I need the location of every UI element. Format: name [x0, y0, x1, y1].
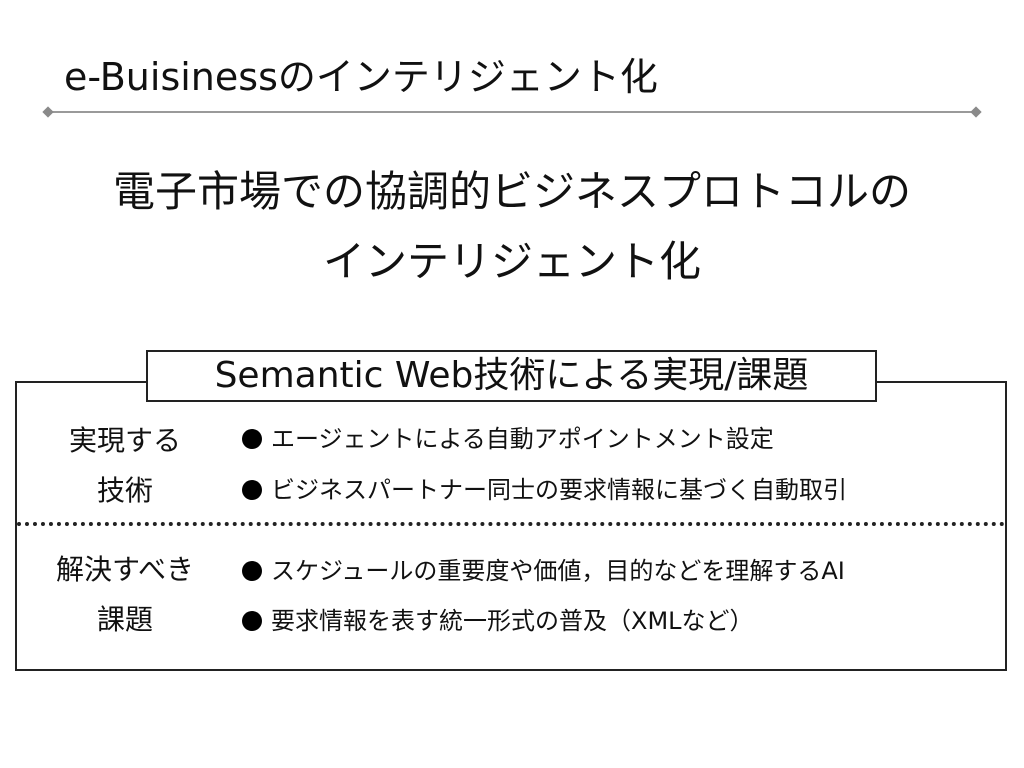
section-1-label-line-1: 実現する — [68, 424, 181, 457]
section-2-label-line-2: 課題 — [96, 603, 153, 636]
bullet-icon — [242, 429, 262, 449]
section-2-label-line-1: 解決すべき — [55, 553, 195, 586]
section-1-bullet-2: ビジネスパートナー同士の要求情報に基づく自動取引 — [242, 472, 847, 508]
title-divider — [48, 111, 976, 113]
section-2-bullet-1: スケジュールの重要度や価値，目的などを理解するAI — [242, 553, 845, 589]
divider-left-endpoint — [42, 106, 54, 118]
headline-line-2: インテリジェント化 — [322, 237, 701, 286]
section-separator — [17, 522, 1005, 526]
slide: e-Buisinessのインテリジェント化 電子市場での協調的ビジネスプロトコル… — [0, 0, 1024, 768]
content-box-title: Semantic Web技術による実現/課題 — [146, 350, 877, 402]
section-1-bullet-1: エージェントによる自動アポイントメント設定 — [242, 421, 774, 457]
slide-title: e-Buisinessのインテリジェント化 — [64, 55, 658, 99]
bullet-text: 要求情報を表す統一形式の普及（XMLなど） — [271, 607, 754, 635]
bullet-icon — [242, 611, 262, 631]
headline-line-1: 電子市場での協調的ビジネスプロトコルの — [112, 167, 911, 216]
bullet-icon — [242, 561, 262, 581]
bullet-text: ビジネスパートナー同士の要求情報に基づく自動取引 — [271, 476, 847, 504]
bullet-text: スケジュールの重要度や価値，目的などを理解するAI — [271, 557, 845, 585]
divider-right-endpoint — [970, 106, 982, 118]
bullet-text: エージェントによる自動アポイントメント設定 — [271, 425, 774, 453]
section-2-bullet-2: 要求情報を表す統一形式の普及（XMLなど） — [242, 603, 754, 639]
bullet-icon — [242, 480, 262, 500]
section-1-label-line-2: 技術 — [96, 474, 153, 507]
